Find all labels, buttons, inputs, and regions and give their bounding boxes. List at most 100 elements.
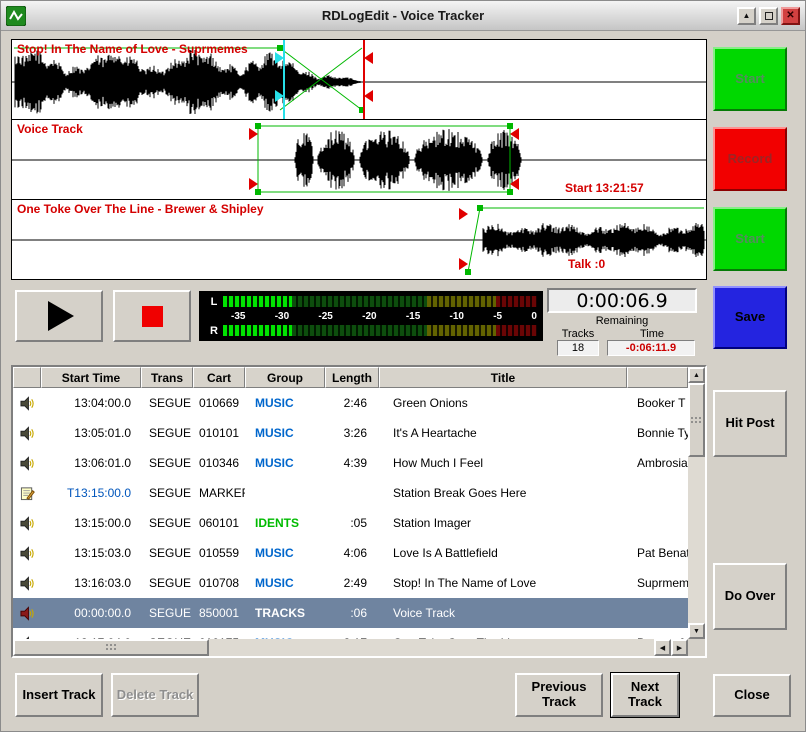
cell-artist: Booker T & — [627, 396, 688, 410]
cell-trans: SEGUE — [141, 486, 193, 500]
cell-trans: SEGUE — [141, 456, 193, 470]
col-length[interactable]: Length — [325, 367, 379, 388]
cell-title: Station Break Goes Here — [379, 486, 627, 500]
cell-start-time: 13:05:01.0 — [41, 426, 141, 440]
cell-length: :06 — [325, 606, 379, 620]
track-panel-2[interactable]: Voice Track Start 13:21:57 — [11, 119, 707, 200]
col-group[interactable]: Group — [245, 367, 325, 388]
cell-cart: 010559 — [193, 546, 245, 560]
delete-track-button: Delete Track — [111, 673, 199, 717]
segue-in-markers — [459, 208, 468, 270]
maximize-button[interactable] — [759, 7, 778, 25]
track-start-annotation: Start 13:21:57 — [565, 181, 644, 195]
cell-artist: Bonnie Tyle — [627, 426, 688, 440]
shade-button[interactable]: ▲ — [737, 7, 756, 25]
remaining-label: Remaining — [547, 315, 697, 327]
table-row[interactable]: 13:04:00.0 SEGUE 010669 MUSIC 2:46 Green… — [13, 388, 688, 418]
table-row[interactable]: 13:16:03.0 SEGUE 010708 MUSIC 2:49 Stop!… — [13, 568, 688, 598]
arrow-left-icon: ◀ — [660, 644, 665, 652]
play-icon — [48, 301, 74, 331]
table-row[interactable]: 13:15:03.0 SEGUE 010559 MUSIC 4:06 Love … — [13, 538, 688, 568]
time-remaining-value: -0:06:11.9 — [607, 340, 695, 356]
stop-icon — [142, 306, 163, 327]
col-start-time[interactable]: Start Time — [41, 367, 141, 388]
cell-cart: 010346 — [193, 456, 245, 470]
cell-group: MUSIC — [245, 456, 325, 470]
cell-group: MUSIC — [245, 396, 325, 410]
cell-cart: 010669 — [193, 396, 245, 410]
note-icon — [20, 486, 35, 501]
meter-left-bar: L — [205, 296, 537, 307]
cell-cart: 010708 — [193, 576, 245, 590]
cell-title: Voice Track — [379, 606, 627, 620]
scroll-right-button[interactable]: ▶ — [671, 639, 688, 656]
time-remaining-label: Time — [609, 328, 695, 340]
audio-meter: L -35-30-25-20-15-10-50 R — [199, 291, 543, 341]
window-titlebar[interactable]: RDLogEdit - Voice Tracker ▲ ✕ — [1, 1, 805, 31]
table-row[interactable]: 13:15:00.0 SEGUE 060101 IDENTS :05 Stati… — [13, 508, 688, 538]
col-icon[interactable] — [13, 367, 41, 388]
vertical-scrollbar[interactable]: ▲ ▼ — [688, 367, 705, 639]
table-row[interactable]: T13:15:00.0 SEGUE MARKER Station Break G… — [13, 478, 688, 508]
table-row[interactable]: 13:06:01.0 SEGUE 010346 MUSIC 4:39 How M… — [13, 448, 688, 478]
cell-title: Station Imager — [379, 516, 627, 530]
arrow-down-icon: ▼ — [693, 628, 700, 635]
play-button[interactable] — [15, 290, 103, 342]
track-talk-annotation: Talk :0 — [568, 257, 605, 271]
horizontal-scrollbar[interactable]: ◀ ▶ — [13, 639, 688, 656]
scroll-left-button[interactable]: ◀ — [654, 639, 671, 656]
insert-track-button[interactable]: Insert Track — [15, 673, 103, 717]
close-icon: ✕ — [786, 10, 794, 21]
table-row-selected[interactable]: 00:00:00.0 SEGUE 850001 TRACKS :06 Voice… — [13, 598, 688, 628]
cell-length: 2:49 — [325, 576, 379, 590]
cell-group: MUSIC — [245, 546, 325, 560]
arrow-up-icon: ▲ — [693, 372, 700, 379]
record-button[interactable]: Record — [713, 127, 787, 191]
table-row[interactable]: 13:05:01.0 SEGUE 010101 MUSIC 3:26 It's … — [13, 418, 688, 448]
cell-group: TRACKS — [245, 606, 325, 620]
cell-artist: Suprmemes — [627, 576, 688, 590]
cell-cart: 060101 — [193, 516, 245, 530]
table-row[interactable]: 13:17:04.0 SEGUE 010175 MUSIC 3:17 One T… — [13, 628, 688, 639]
cell-length: :05 — [325, 516, 379, 530]
cell-start-time: 13:15:00.0 — [41, 516, 141, 530]
cell-group: MUSIC — [245, 576, 325, 590]
arrow-right-icon: ▶ — [677, 644, 682, 652]
scroll-down-button[interactable]: ▼ — [688, 623, 705, 639]
cell-trans: SEGUE — [141, 606, 193, 620]
scroll-up-button[interactable]: ▲ — [688, 367, 705, 383]
track-panel-3[interactable]: One Toke Over The Line - Brewer & Shiple… — [11, 199, 707, 280]
cell-cart: 010101 — [193, 426, 245, 440]
cell-start-time: T13:15:00.0 — [41, 486, 141, 500]
cell-cart: MARKER — [193, 486, 245, 500]
close-button[interactable]: ✕ — [781, 7, 800, 25]
stop-button[interactable] — [113, 290, 191, 342]
speaker-icon — [20, 546, 35, 561]
next-track-button[interactable]: Next Track — [611, 673, 679, 717]
meter-left-label: L — [205, 296, 223, 308]
cell-title: Love Is A Battlefield — [379, 546, 627, 560]
col-cart[interactable]: Cart — [193, 367, 245, 388]
do-over-button[interactable]: Do Over — [713, 563, 787, 630]
previous-track-button[interactable]: Previous Track — [515, 673, 603, 717]
col-title[interactable]: Title — [379, 367, 627, 388]
start-button-bottom[interactable]: Start — [713, 207, 787, 271]
horizontal-scrollbar-thumb[interactable] — [13, 639, 209, 656]
vertical-scrollbar-thumb[interactable] — [688, 383, 705, 457]
log-table: Start Time Trans Cart Group Length Title… — [11, 365, 707, 658]
cell-artist: Pat Benatar — [627, 546, 688, 560]
table-header: Start Time Trans Cart Group Length Title — [13, 367, 688, 388]
cell-title: Green Onions — [379, 396, 627, 410]
track-panel-1[interactable]: Stop! In The Name of Love - Suprmemes — [11, 39, 707, 120]
cell-start-time: 13:06:01.0 — [41, 456, 141, 470]
hit-post-button[interactable]: Hit Post — [713, 390, 787, 457]
cell-trans: SEGUE — [141, 396, 193, 410]
shade-icon: ▲ — [743, 11, 751, 20]
start-button-top[interactable]: Start — [713, 47, 787, 111]
col-trans[interactable]: Trans — [141, 367, 193, 388]
save-button[interactable]: Save — [713, 286, 787, 349]
col-artist[interactable] — [627, 367, 688, 388]
close-dialog-button[interactable]: Close — [713, 674, 791, 717]
cell-length: 4:06 — [325, 546, 379, 560]
cell-trans: SEGUE — [141, 576, 193, 590]
